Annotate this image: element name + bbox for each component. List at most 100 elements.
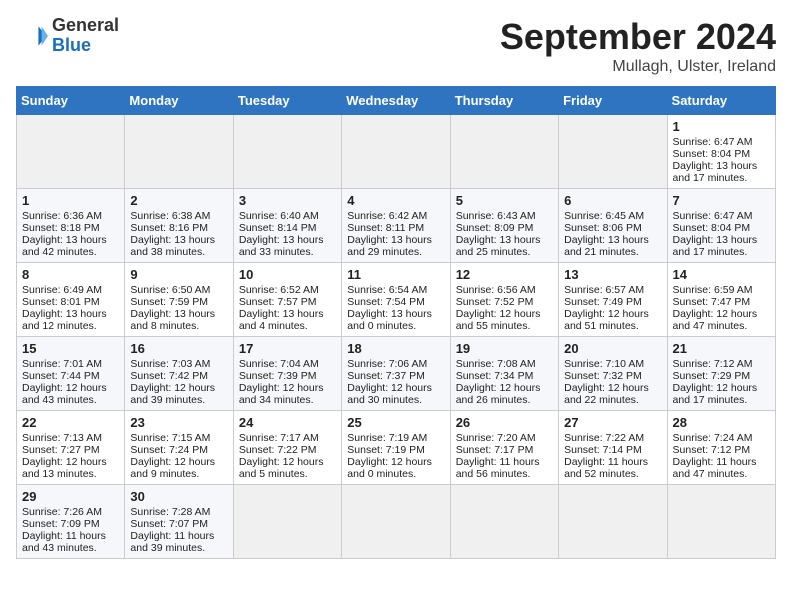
calendar-cell — [125, 115, 233, 189]
sunset: Sunset: 7:39 PM — [239, 370, 317, 382]
calendar-cell: 29Sunrise: 7:26 AMSunset: 7:09 PMDayligh… — [17, 485, 125, 559]
day-number: 30 — [130, 489, 227, 504]
sunset: Sunset: 7:42 PM — [130, 370, 208, 382]
day-number: 7 — [673, 193, 770, 208]
sunrise: Sunrise: 6:52 AM — [239, 284, 319, 296]
daylight: Daylight: 12 hours and 55 minutes. — [456, 308, 541, 332]
logo-icon — [16, 20, 48, 52]
day-number: 11 — [347, 267, 444, 282]
day-number: 25 — [347, 415, 444, 430]
calendar-cell: 1Sunrise: 6:36 AMSunset: 8:18 PMDaylight… — [17, 189, 125, 263]
daylight: Daylight: 12 hours and 13 minutes. — [22, 456, 107, 480]
daylight: Daylight: 11 hours and 56 minutes. — [456, 456, 540, 480]
calendar-cell: 16 Sunrise: 7:03 AMSunset: 7:42 PMDayligh… — [125, 337, 233, 411]
calendar-cell: 12 Sunrise: 6:56 AMSunset: 7:52 PMDayligh… — [450, 263, 558, 337]
day-number: 22 — [22, 415, 119, 430]
sunset: Sunset: 7:52 PM — [456, 296, 534, 308]
month-title: September 2024 — [500, 16, 776, 58]
calendar-cell: 2Sunrise: 6:38 AMSunset: 8:16 PMDaylight… — [125, 189, 233, 263]
day-number: 3 — [239, 193, 336, 208]
sunrise: Sunrise: 7:17 AM — [239, 432, 319, 444]
calendar-cell — [233, 115, 341, 189]
calendar-cell: 24Sunrise: 7:17 AMSunset: 7:22 PMDayligh… — [233, 411, 341, 485]
sunrise: Sunrise: 6:40 AM — [239, 210, 319, 222]
sunset: Sunset: 8:01 PM — [22, 296, 100, 308]
calendar-cell: 3Sunrise: 6:40 AMSunset: 8:14 PMDaylight… — [233, 189, 341, 263]
daylight: Daylight: 13 hours and 4 minutes. — [239, 308, 324, 332]
calendar-cell: 21Sunrise: 7:12 AMSunset: 7:29 PMDayligh… — [667, 337, 775, 411]
logo-general-text: General — [52, 15, 119, 35]
day-number: 6 — [564, 193, 661, 208]
day-number: 18 — [347, 341, 444, 356]
day-number: 14 — [673, 267, 770, 282]
daylight: Daylight: 12 hours and 17 minutes. — [673, 382, 758, 406]
sunset: Sunset: 8:14 PM — [239, 222, 317, 234]
calendar-cell — [559, 115, 667, 189]
sunrise: Sunrise: 6:38 AM — [130, 210, 210, 222]
daylight: Daylight: 13 hours and 25 minutes. — [456, 234, 541, 258]
daylight: Daylight: 13 hours and 29 minutes. — [347, 234, 432, 258]
daylight: Daylight: 13 hours and 17 minutes. — [673, 160, 758, 184]
sunset: Sunset: 7:27 PM — [22, 444, 100, 456]
calendar-cell: 22 Sunrise: 7:13 AMSunset: 7:27 PMDayligh… — [17, 411, 125, 485]
sunrise: Sunrise: 6:54 AM — [347, 284, 427, 296]
sunset: Sunset: 8:06 PM — [564, 222, 642, 234]
day-number: 13 — [564, 267, 661, 282]
day-number: 20 — [564, 341, 661, 356]
sunrise: Sunrise: 6:47 AM — [673, 136, 753, 148]
sunset: Sunset: 8:18 PM — [22, 222, 100, 234]
day-number: 8 — [22, 267, 119, 282]
sunrise: Sunrise: 6:56 AM — [456, 284, 536, 296]
col-header-thursday: Thursday — [450, 87, 558, 115]
daylight: Daylight: 12 hours and 26 minutes. — [456, 382, 541, 406]
day-number: 21 — [673, 341, 770, 356]
calendar-cell — [342, 115, 450, 189]
calendar-cell: 17Sunrise: 7:04 AMSunset: 7:39 PMDayligh… — [233, 337, 341, 411]
sunset: Sunset: 7:44 PM — [22, 370, 100, 382]
col-header-tuesday: Tuesday — [233, 87, 341, 115]
daylight: Daylight: 12 hours and 5 minutes. — [239, 456, 324, 480]
sunset: Sunset: 7:47 PM — [673, 296, 751, 308]
sunrise: Sunrise: 7:03 AM — [130, 358, 210, 370]
sunset: Sunset: 8:16 PM — [130, 222, 208, 234]
daylight: Daylight: 11 hours and 47 minutes. — [673, 456, 757, 480]
sunset: Sunset: 7:09 PM — [22, 518, 100, 530]
sunrise: Sunrise: 6:45 AM — [564, 210, 644, 222]
sunrise: Sunrise: 7:26 AM — [22, 506, 102, 518]
col-header-monday: Monday — [125, 87, 233, 115]
calendar-cell: 19Sunrise: 7:08 AMSunset: 7:34 PMDayligh… — [450, 337, 558, 411]
sunset: Sunset: 8:09 PM — [456, 222, 534, 234]
sunrise: Sunrise: 7:13 AM — [22, 432, 102, 444]
calendar-cell: 6Sunrise: 6:45 AMSunset: 8:06 PMDaylight… — [559, 189, 667, 263]
calendar-cell: 9Sunrise: 6:50 AMSunset: 7:59 PMDaylight… — [125, 263, 233, 337]
sunset: Sunset: 7:32 PM — [564, 370, 642, 382]
calendar-cell: 13Sunrise: 6:57 AMSunset: 7:49 PMDayligh… — [559, 263, 667, 337]
day-number: 17 — [239, 341, 336, 356]
day-number: 23 — [130, 415, 227, 430]
day-number: 26 — [456, 415, 553, 430]
sunrise: Sunrise: 7:12 AM — [673, 358, 753, 370]
calendar-cell — [450, 485, 558, 559]
header-row: SundayMondayTuesdayWednesdayThursdayFrid… — [17, 87, 776, 115]
daylight: Daylight: 13 hours and 0 minutes. — [347, 308, 432, 332]
sunrise: Sunrise: 6:49 AM — [22, 284, 102, 296]
daylight: Daylight: 12 hours and 22 minutes. — [564, 382, 649, 406]
calendar-week-0: 1Sunrise: 6:47 AMSunset: 8:04 PMDaylight… — [17, 115, 776, 189]
day-number: 12 — [456, 267, 553, 282]
sunrise: Sunrise: 6:36 AM — [22, 210, 102, 222]
day-number: 16 — [130, 341, 227, 356]
day-number: 28 — [673, 415, 770, 430]
sunset: Sunset: 7:54 PM — [347, 296, 425, 308]
calendar-cell — [233, 485, 341, 559]
sunset: Sunset: 7:17 PM — [456, 444, 534, 456]
title-block: September 2024 Mullagh, Ulster, Ireland — [500, 16, 776, 76]
daylight: Daylight: 12 hours and 47 minutes. — [673, 308, 758, 332]
calendar-week-1: 1Sunrise: 6:36 AMSunset: 8:18 PMDaylight… — [17, 189, 776, 263]
daylight: Daylight: 12 hours and 39 minutes. — [130, 382, 215, 406]
calendar-week-2: 8 Sunrise: 6:49 AMSunset: 8:01 PM Daylight… — [17, 263, 776, 337]
col-header-friday: Friday — [559, 87, 667, 115]
sunset: Sunset: 7:34 PM — [456, 370, 534, 382]
calendar-cell — [559, 485, 667, 559]
calendar-cell: 10Sunrise: 6:52 AMSunset: 7:57 PMDayligh… — [233, 263, 341, 337]
day-number: 29 — [22, 489, 119, 504]
